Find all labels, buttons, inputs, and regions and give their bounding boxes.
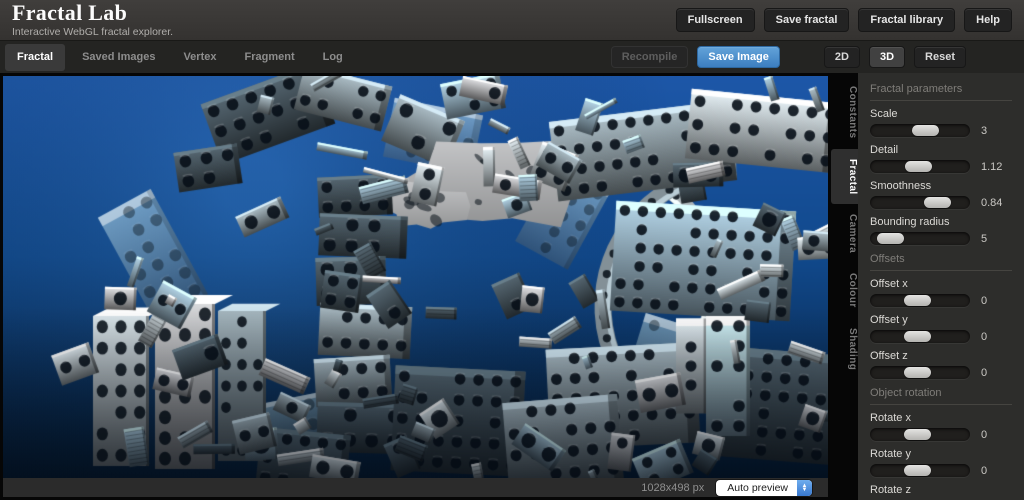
param-value: 3 — [981, 125, 987, 137]
param-label: Offset z — [870, 350, 1012, 362]
param-rotate-y: Rotate y 0 — [870, 448, 1012, 477]
slider-row: 3 — [870, 124, 1012, 137]
slider-track-detail[interactable] — [870, 160, 970, 173]
header-actions: Fullscreen Save fractal Fractal library Hel… — [676, 8, 1012, 32]
slider-handle[interactable] — [912, 125, 939, 136]
save-image-button[interactable]: Save Image — [697, 46, 780, 68]
slider-row: 0 — [870, 428, 1012, 441]
slider-row: 0.84 — [870, 196, 1012, 209]
param-label: Bounding radius — [870, 216, 1012, 228]
tab-fragment[interactable]: Fragment — [230, 41, 308, 74]
tab-fractal[interactable]: Fractal — [5, 44, 65, 71]
param-scale: Scale 3 — [870, 108, 1012, 137]
slider-track-offset-y[interactable] — [870, 330, 970, 343]
tab-log[interactable]: Log — [309, 41, 357, 74]
param-label: Smoothness — [870, 180, 1012, 192]
preview-mode-select[interactable]: Auto preview ▲▼ — [716, 480, 812, 496]
side-tab-constants[interactable]: Constants — [831, 76, 858, 149]
param-label: Offset x — [870, 278, 1012, 290]
param-smoothness: Smoothness 0.84 — [870, 180, 1012, 209]
mode-button-3d[interactable]: 3D — [869, 46, 905, 68]
slider-row: 1.12 — [870, 160, 1012, 173]
param-offset-y: Offset y 0 — [870, 314, 1012, 343]
slider-row: 0 — [870, 464, 1012, 477]
reset-button[interactable]: Reset — [914, 46, 966, 68]
param-offset-x: Offset x 0 — [870, 278, 1012, 307]
slider-handle[interactable] — [877, 233, 904, 244]
section-title-offsets: Offsets — [870, 245, 1012, 271]
param-value: 0 — [981, 367, 987, 379]
slider-track-scale[interactable] — [870, 124, 970, 137]
param-value: 0 — [981, 331, 987, 343]
app-title: Fractal Lab — [12, 2, 173, 24]
param-offset-z: Offset z 0 — [870, 350, 1012, 379]
tab-saved-images[interactable]: Saved Images — [68, 41, 169, 74]
slider-handle[interactable] — [904, 331, 931, 342]
param-detail: Detail 1.12 — [870, 144, 1012, 173]
slider-track-bounding-radius[interactable] — [870, 232, 970, 245]
toolbar-right: Recompile Save Image 2D 3D Reset — [611, 46, 966, 68]
slider-handle[interactable] — [904, 429, 931, 440]
slider-row: 0 — [870, 330, 1012, 343]
param-value: 0 — [981, 465, 987, 477]
parameters-sidebar: Fractal parameters Scale 3 Detail 1.12 Smooth… — [858, 73, 1024, 500]
slider-handle[interactable] — [905, 161, 932, 172]
header: Fractal Lab Interactive WebGL fractal ex… — [0, 0, 1024, 40]
slider-row: 5 — [870, 232, 1012, 245]
slider-track-rotate-x[interactable] — [870, 428, 970, 441]
canvas-status-bar: 1028x498 px Auto preview ▲▼ — [3, 478, 828, 497]
fullscreen-button[interactable]: Fullscreen — [676, 8, 755, 32]
side-tab-camera[interactable]: Camera — [831, 204, 858, 263]
tab-vertex[interactable]: Vertex — [169, 41, 230, 74]
slider-handle[interactable] — [904, 295, 931, 306]
param-value: 0 — [981, 429, 987, 441]
side-tab-shading[interactable]: Shading — [831, 318, 858, 380]
slider-handle[interactable] — [904, 465, 931, 476]
canvas-panel: ConstantsFractalCameraColourShading 1028… — [0, 73, 858, 500]
main-area: ConstantsFractalCameraColourShading 1028… — [0, 73, 1024, 500]
side-tab-colour[interactable]: Colour — [831, 263, 858, 318]
param-value: 1.12 — [981, 161, 1002, 173]
param-bounding-radius: Bounding radius 5 — [870, 216, 1012, 245]
side-tab-fractal[interactable]: Fractal — [831, 149, 858, 205]
app-subtitle: Interactive WebGL fractal explorer. — [12, 27, 173, 38]
side-tab-strip: ConstantsFractalCameraColourShading — [831, 76, 858, 380]
title-block: Fractal Lab Interactive WebGL fractal ex… — [12, 2, 173, 38]
fractal-render-canvas[interactable] — [3, 76, 828, 478]
slider-track-smoothness[interactable] — [870, 196, 970, 209]
param-label: Offset y — [870, 314, 1012, 326]
help-button[interactable]: Help — [964, 8, 1012, 32]
param-value: 0 — [981, 295, 987, 307]
mode-button-2d[interactable]: 2D — [824, 46, 860, 68]
param-label: Rotate x — [870, 412, 1012, 424]
select-stepper-icon: ▲▼ — [797, 480, 812, 496]
tab-list: FractalSaved ImagesVertexFragmentLog — [2, 41, 357, 74]
slider-track-offset-x[interactable] — [870, 294, 970, 307]
slider-row: 0 — [870, 294, 1012, 307]
param-label: Detail — [870, 144, 1012, 156]
section-title-object-rotation: Object rotation — [870, 379, 1012, 405]
resolution-label: 1028x498 px — [641, 482, 704, 494]
param-rotate-z: Rotate z0 — [870, 484, 1012, 500]
param-rotate-x: Rotate x 0 — [870, 412, 1012, 441]
tab-bar: FractalSaved ImagesVertexFragmentLog Rec… — [0, 40, 1024, 73]
preview-mode-value: Auto preview — [716, 480, 797, 496]
slider-track-rotate-y[interactable] — [870, 464, 970, 477]
save-fractal-button[interactable]: Save fractal — [764, 8, 850, 32]
param-label: Scale — [870, 108, 1012, 120]
slider-row: 0 — [870, 366, 1012, 379]
param-value: 5 — [981, 233, 987, 245]
param-label: Rotate z — [870, 484, 1012, 496]
section-title-fractal-parameters: Fractal parameters — [870, 75, 1012, 101]
param-value: 0.84 — [981, 197, 1002, 209]
param-label: Rotate y — [870, 448, 1012, 460]
fractal-lab-app: Fractal Lab Interactive WebGL fractal ex… — [0, 0, 1024, 500]
slider-track-offset-z[interactable] — [870, 366, 970, 379]
slider-handle[interactable] — [924, 197, 951, 208]
recompile-button[interactable]: Recompile — [611, 46, 689, 68]
fractal-library-button[interactable]: Fractal library — [858, 8, 955, 32]
slider-handle[interactable] — [904, 367, 931, 378]
mode-button-group: 2D 3D — [824, 46, 905, 68]
